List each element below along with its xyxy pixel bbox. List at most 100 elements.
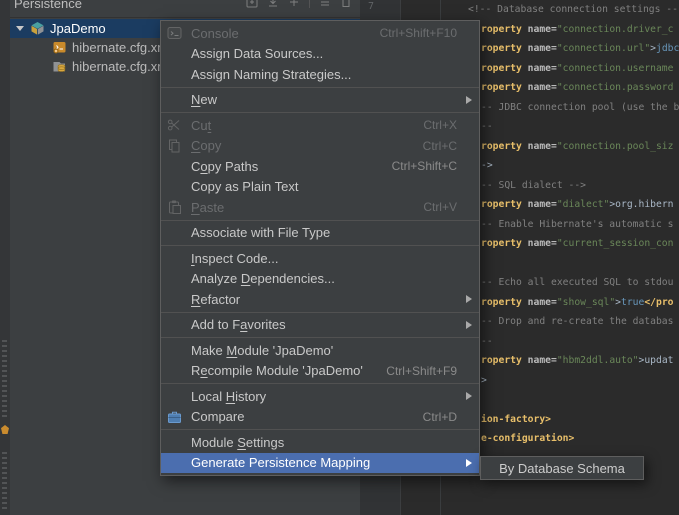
menu-item-assign-naming-strategies[interactable]: Assign Naming Strategies... [161,64,479,85]
menu-item-label: Recompile Module 'JpaDemo' [191,363,372,378]
menu-item-label: Paste [191,200,409,215]
menu-item-copy[interactable]: Copy Ctrl+C [161,136,479,157]
code-line: roperty name="show_sql">true</pro [481,296,674,309]
hibernate-config-icon [52,40,67,55]
export-icon[interactable] [246,0,258,8]
menu-item-label: Copy Paths [191,159,378,174]
menu-separator [161,429,479,430]
menu-item-inspect-code[interactable]: Inspect Code... [161,248,479,269]
scissors-icon [167,118,182,133]
menu-item-shortcut: Ctrl+Shift+F10 [380,26,457,40]
menu-item-label: Local History [191,389,457,404]
menu-item-shortcut: Ctrl+X [423,118,457,132]
menu-separator [161,112,479,113]
menu-item-module-settings[interactable]: Module Settings [161,432,479,453]
menu-separator [161,220,479,221]
menu-separator [161,312,479,313]
code-line: roperty name="connection.driver_c [481,23,673,36]
menu-separator [161,245,479,246]
menu-item-associate-with-file-type[interactable]: Associate with File Type [161,223,479,244]
code-line: > [481,374,487,387]
menu-item-cut[interactable]: Cut Ctrl+X [161,115,479,136]
code-line: -- Enable Hibernate's automatic s [481,218,673,231]
submenu-item-label: By Database Schema [499,461,625,476]
tree-item-label: JpaDemo [50,21,106,36]
submenu-arrow-icon [466,321,472,329]
expand-arrow-icon[interactable] [16,26,24,31]
context-submenu-item[interactable]: By Database Schema [480,456,644,480]
menu-separator [161,87,479,88]
import-icon[interactable] [267,0,279,8]
code-line: <!-- Database connection settings -- [468,3,678,16]
code-line: roperty name="connection.pool_siz [481,140,673,153]
code-line: roperty name="connection.url">jdbc: [481,42,679,55]
console-icon [167,26,182,41]
favorites-tool-icon [1,425,9,434]
menu-item-local-history[interactable]: Local History [161,386,479,407]
menu-item-refactor[interactable]: Refactor [161,289,479,310]
menu-item-new[interactable]: New [161,90,479,111]
menu-item-copy-paths[interactable]: Copy Paths Ctrl+Shift+C [161,156,479,177]
menu-item-console[interactable]: Console Ctrl+Shift+F10 [161,23,479,44]
context-menu: Console Ctrl+Shift+F10 Assign Data Sources… [160,20,480,476]
hibernate-db-config-icon [52,59,67,74]
menu-item-label: Assign Naming Strategies... [191,67,457,82]
menu-item-analyze-dependencies[interactable]: Analyze Dependencies... [161,269,479,290]
menu-item-label: Copy as Plain Text [191,179,457,194]
menu-item-label: Module Settings [191,435,457,450]
menu-item-recompile-module-jpademo[interactable]: Recompile Module 'JpaDemo' Ctrl+Shift+F9 [161,361,479,382]
copy-icon [167,138,182,153]
add-icon[interactable] [288,0,300,8]
menu-item-label: Copy [191,138,409,153]
submenu-arrow-icon [466,295,472,303]
code-line: ion-factory> [481,413,551,426]
menu-item-label: Cut [191,118,409,133]
code-line: roperty name="dialect">org.hibern [481,198,673,211]
menu-item-generate-persistence-mapping[interactable]: Generate Persistence Mapping [161,453,479,474]
menu-item-copy-as-plain-text[interactable]: Copy as Plain Text [161,177,479,198]
code-line: -- [481,120,493,133]
code-line: roperty name="hbm2ddl.auto">updat [481,354,673,367]
menu-item-label: Console [191,26,366,41]
code-line: roperty name="current_session_con [481,237,673,250]
menu-item-label: Associate with File Type [191,225,457,240]
code-line: -> [481,159,493,172]
menu-item-shortcut: Ctrl+V [423,200,457,214]
toolbar-divider [309,0,310,8]
line-number: 7 [368,1,374,12]
code-line: -- JDBC connection pool (use the b [481,101,679,114]
menu-item-label: Add to Favorites [191,317,457,332]
menu-item-add-to-favorites[interactable]: Add to Favorites [161,315,479,336]
code-line: e-configuration> [481,432,574,445]
code-line: -- Echo all executed SQL to stdou [481,276,673,289]
tree-item-label: hibernate.cfg.xml [72,40,171,55]
menu-item-label: Refactor [191,292,457,307]
menu-item-paste[interactable]: Paste Ctrl+V [161,197,479,218]
menu-item-label: Assign Data Sources... [191,46,457,61]
code-line: -- SQL dialect --> [481,179,586,192]
paste-icon [167,200,182,215]
flatten-icon[interactable] [319,0,331,8]
code-line: -- [481,335,493,348]
code-line: -- Drop and re-create the databas [481,315,673,328]
menu-item-assign-data-sources[interactable]: Assign Data Sources... [161,44,479,65]
code-line: roperty name="connection.username [481,62,673,75]
panel-toolbar [246,0,352,8]
menu-item-label: Inspect Code... [191,251,457,266]
menu-item-shortcut: Ctrl+C [423,139,457,153]
menu-item-shortcut: Ctrl+Shift+F9 [386,364,457,378]
panel-header: Persistence [10,0,360,18]
code-line: roperty name="connection.password [481,81,673,94]
menu-item-shortcut: Ctrl+Shift+C [392,159,457,173]
menu-item-compare[interactable]: CompareCtrl+D [161,407,479,428]
delete-icon[interactable] [340,0,352,8]
menu-item-label: Make Module 'JpaDemo' [191,343,457,358]
submenu-arrow-icon [466,96,472,104]
submenu-arrow-icon [466,392,472,400]
ide-window: { "colors": { "menu_highlight": "#4B6EAF… [0,0,679,515]
menu-item-label: Analyze Dependencies... [191,271,457,286]
menu-item-label: Generate Persistence Mapping [191,455,457,470]
compare-icon [167,409,182,424]
menu-item-make-module-jpademo[interactable]: Make Module 'JpaDemo' [161,340,479,361]
module-cube-icon [30,21,45,36]
